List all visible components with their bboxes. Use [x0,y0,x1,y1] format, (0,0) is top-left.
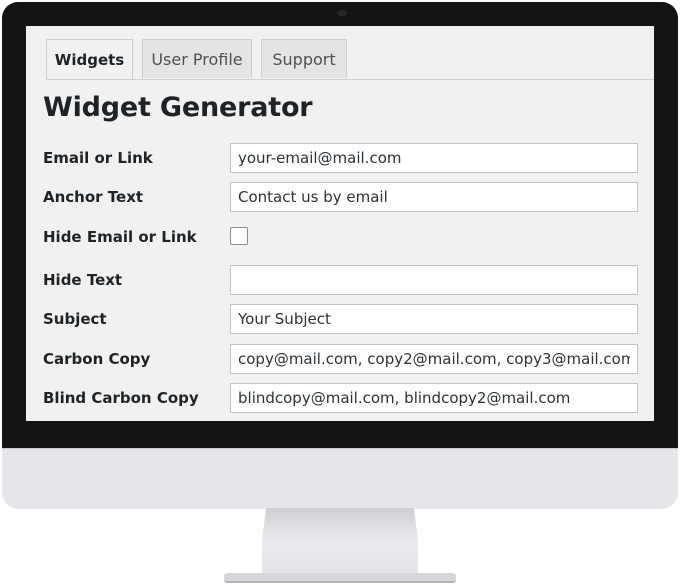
form-row-bcc: Blind Carbon Copy [43,383,639,413]
webcam-icon [337,10,347,16]
subject-input[interactable] [230,304,638,334]
tab-bar: Widgets User Profile Support [46,39,654,80]
tab-user-profile[interactable]: User Profile [142,39,252,78]
hide-email-label: Hide Email or Link [43,228,197,246]
monitor-stand [262,508,418,574]
hide-email-checkbox[interactable] [230,227,248,245]
screen: Widgets User Profile Support Widget Gene… [26,26,654,421]
form-row-hide-text: Hide Text [43,265,639,295]
hide-text-input[interactable] [230,265,638,295]
hide-text-label: Hide Text [43,271,123,289]
monitor-chin [2,448,678,509]
monitor-stand-base [224,573,456,583]
blind-carbon-copy-label: Blind Carbon Copy [43,389,199,407]
form-row-hide-email: Hide Email or Link [43,222,639,252]
anchor-text-label: Anchor Text [43,188,144,206]
blind-carbon-copy-input[interactable] [230,383,638,413]
tab-support[interactable]: Support [261,39,347,78]
carbon-copy-input[interactable] [230,344,638,374]
anchor-text-input[interactable] [230,182,638,212]
email-or-link-input[interactable] [230,143,638,173]
subject-label: Subject [43,310,107,328]
form-row-email: Email or Link [43,143,639,173]
form-row-cc: Carbon Copy [43,344,639,374]
page-title: Widget Generator [43,92,313,123]
tab-divider [46,79,654,80]
tab-widgets[interactable]: Widgets [46,39,133,80]
form-row-anchor: Anchor Text [43,182,639,212]
carbon-copy-label: Carbon Copy [43,350,151,368]
email-or-link-label: Email or Link [43,149,153,167]
form-row-subject: Subject [43,304,639,334]
